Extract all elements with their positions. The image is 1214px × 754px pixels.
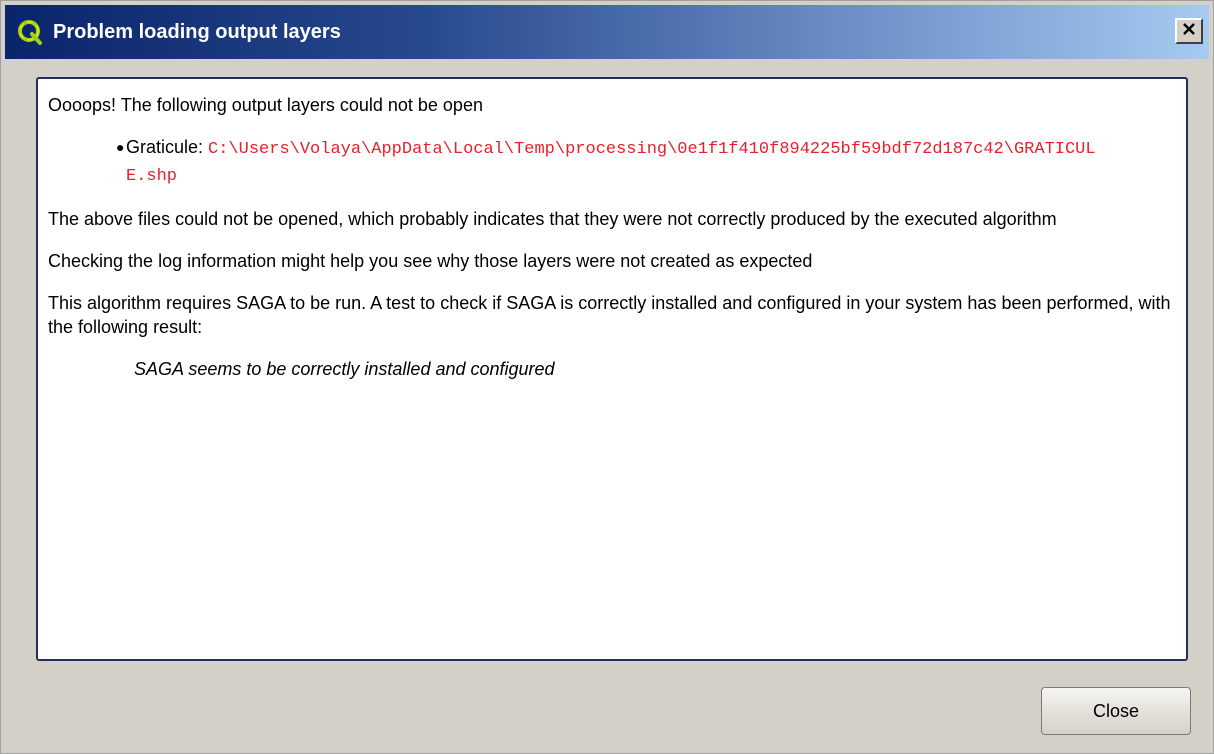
saga-check-text: This algorithm requires SAGA to be run. … xyxy=(48,293,1171,337)
message-panel: Oooops! The following output layers coul… xyxy=(36,77,1188,661)
layer-name: Graticule: xyxy=(126,137,209,157)
bullet-icon: ● xyxy=(116,139,125,155)
layer-path: C:\Users\Volaya\AppData\Local\Temp\proce… xyxy=(126,140,1096,186)
saga-result-text: SAGA seems to be correctly installed and… xyxy=(134,359,555,379)
explanation-text: The above files could not be opened, whi… xyxy=(48,209,1057,229)
window-title: Problem loading output layers xyxy=(53,20,341,43)
qgis-icon xyxy=(15,17,45,47)
title-close-button[interactable] xyxy=(1175,18,1203,44)
title-bar[interactable]: Problem loading output layers xyxy=(5,5,1209,59)
problem-loading-dialog: Problem loading output layers Oooops! Th… xyxy=(0,0,1214,754)
close-icon xyxy=(1182,22,1196,41)
intro-text: Oooops! The following output layers coul… xyxy=(48,95,483,115)
layer-list-item: ● Graticule: C:\Users\Volaya\AppData\Loc… xyxy=(116,135,1176,189)
log-hint-text: Checking the log information might help … xyxy=(48,251,813,271)
close-button[interactable]: Close xyxy=(1041,687,1191,735)
